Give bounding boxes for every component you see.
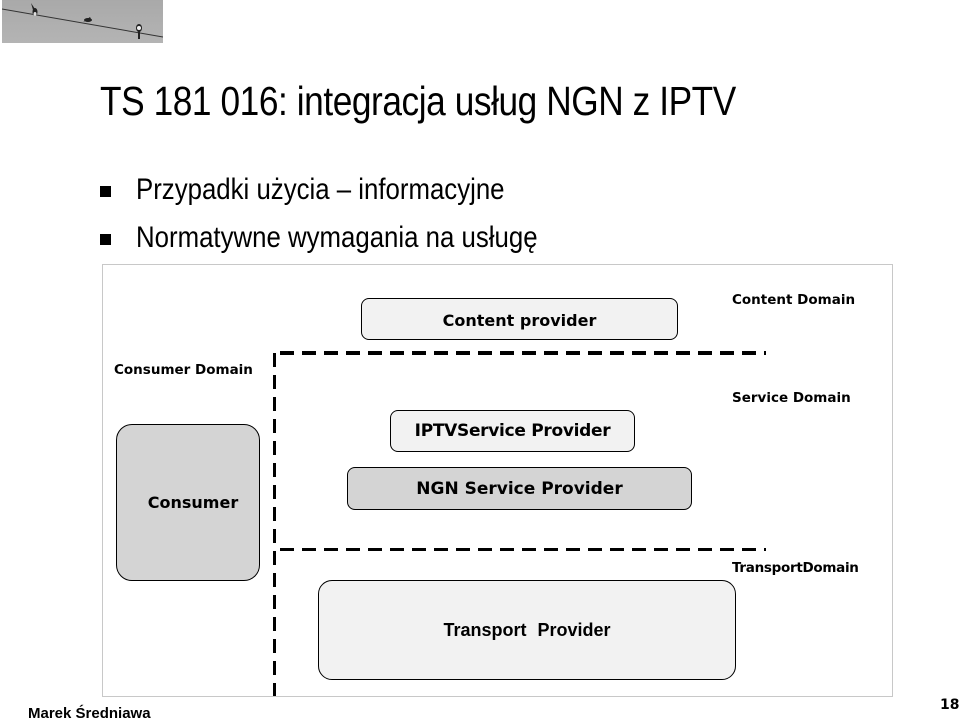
service-domain-label: Service Domain [732, 390, 851, 406]
content-domain-label: Content Domain [732, 292, 856, 308]
transport-provider-box: Transport Provider [318, 580, 736, 680]
transport-domain-label: TransportDomain [732, 560, 859, 576]
consumer-boundary-dashed-line [273, 353, 276, 696]
ngn-service-provider-box: NGN Service Provider [347, 467, 692, 510]
slide-title: TS 181 016: integracja usług NGN z IPTV [100, 78, 736, 124]
iptv-service-provider-box: IPTVService Provider [390, 410, 635, 452]
bullet-text: Normatywne wymagania na usługę [136, 221, 538, 254]
bullet-item: Przypadki użycia – informacyjne [100, 166, 603, 214]
content-service-boundary-dashed-line [280, 351, 766, 355]
bullet-text: Przypadki użycia – informacyjne [136, 173, 505, 206]
header-photo-birds-on-wire [2, 0, 163, 43]
square-bullet-icon [100, 185, 111, 197]
bullet-list: Przypadki użycia – informacyjne Normatyw… [100, 166, 603, 262]
square-bullet-icon [100, 233, 111, 245]
service-transport-boundary-dashed-line [280, 548, 766, 551]
consumer-domain-label: Consumer Domain [114, 362, 253, 378]
page-number: 18 [940, 697, 960, 713]
content-provider-box: Content provider [361, 298, 678, 340]
bullet-item: Normatywne wymagania na usługę [100, 214, 603, 262]
author-name: Marek Średniawa [28, 705, 151, 722]
consumer-box: Consumer [116, 424, 260, 581]
birds-on-wire-icon [2, 3, 163, 39]
